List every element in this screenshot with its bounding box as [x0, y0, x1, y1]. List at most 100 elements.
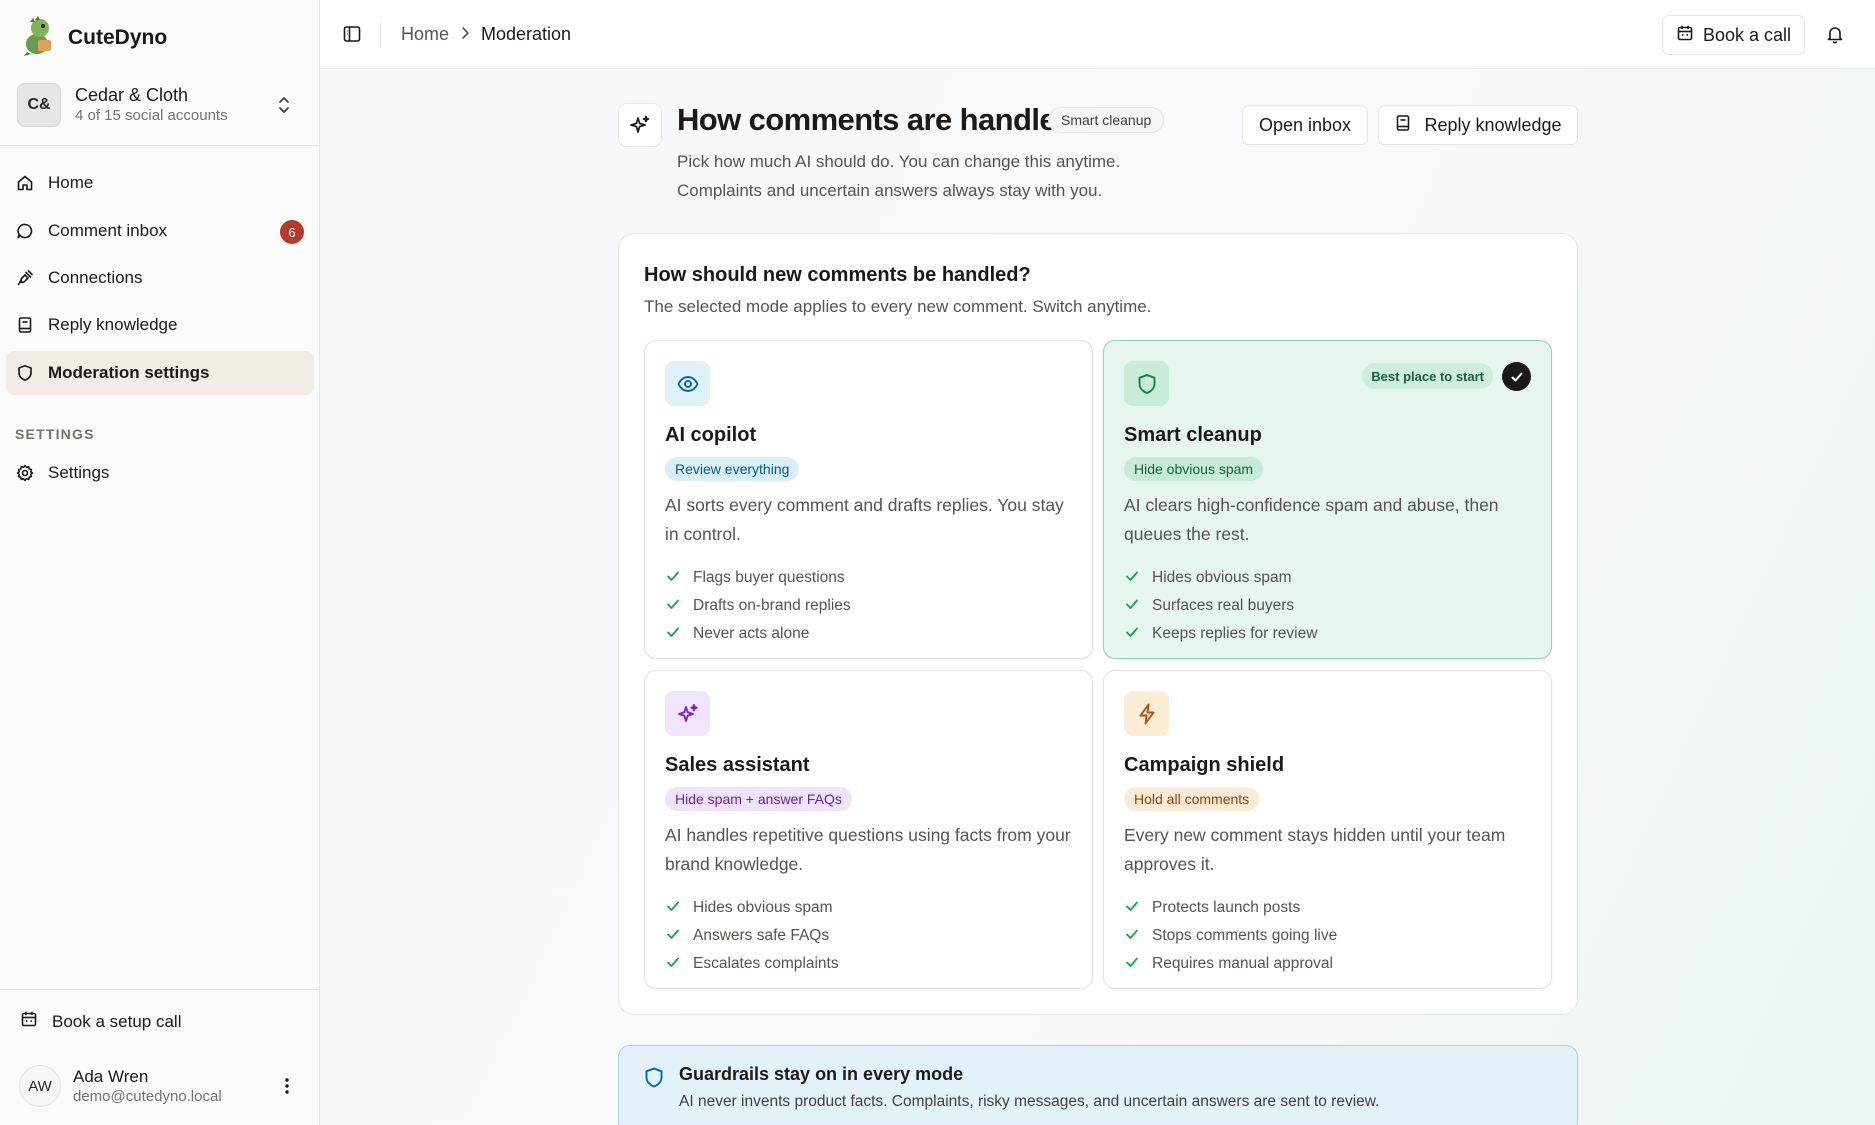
breadcrumb-home[interactable]: Home — [401, 24, 449, 45]
check-icon — [1124, 898, 1140, 919]
feature-label: Flags buyer questions — [693, 569, 845, 586]
toolbar-divider — [380, 22, 381, 48]
card-description: AI sorts every comment and drafts replie… — [665, 495, 1064, 544]
feature-label: Never acts alone — [693, 625, 810, 642]
sidebar-item-reply-knowledge[interactable]: Reply knowledge — [6, 303, 314, 347]
feature-label: Surfaces real buyers — [1152, 597, 1295, 614]
feature-label: Hides obvious spam — [1152, 569, 1292, 586]
feature-label: Answers safe FAQs — [693, 927, 830, 944]
mode-card-sales-assistant[interactable]: Sales assistant Hide spam + answer FAQs … — [644, 670, 1093, 989]
top-bar: Home Moderation Book a call — [320, 0, 1875, 69]
more-vertical-icon[interactable] — [278, 1076, 296, 1101]
sparkles-icon — [618, 103, 662, 147]
mode-pill: Hold all comments — [1124, 787, 1260, 811]
sidebar-item-moderation-settings[interactable]: Moderation settings — [6, 351, 314, 395]
page-description: Pick how much AI should do. You can chan… — [677, 147, 1120, 205]
settings-section-label: SETTINGS — [15, 426, 95, 442]
page-description-line: Complaints and uncertain answers always … — [677, 181, 1103, 200]
chevron-right-icon — [459, 24, 471, 45]
check-icon — [665, 596, 681, 617]
user-menu[interactable]: AW Ada Wren demo@cutedyno.local — [19, 1064, 304, 1108]
feature-label: Keeps replies for review — [1152, 625, 1318, 642]
sidebar-toggle-icon[interactable] — [342, 24, 362, 49]
shield-icon — [16, 364, 34, 382]
card-description: AI handles repetitive questions using fa… — [665, 825, 1071, 874]
account-subtitle: 4 of 15 social accounts — [75, 107, 228, 124]
avatar: AW — [19, 1065, 61, 1107]
gear-icon — [16, 464, 34, 482]
book-call-label: Book a call — [1702, 24, 1792, 45]
feature-item: Surfaces real buyers — [1124, 592, 1317, 620]
dino-logo-icon — [22, 15, 56, 61]
brand[interactable]: CuteDyno — [22, 15, 168, 61]
page-title: How comments are handled — [677, 102, 1075, 137]
book-call-button[interactable]: Book a call — [1662, 15, 1805, 55]
card-description: AI clears high-confidence spam and abuse… — [1124, 495, 1499, 544]
calendar-icon — [20, 1010, 38, 1033]
feature-label: Escalates complaints — [693, 955, 839, 972]
mode-pill: Hide spam + answer FAQs — [665, 787, 852, 811]
chevron-up-down-icon — [275, 95, 293, 120]
book-setup-call-button[interactable]: Book a setup call — [20, 1010, 181, 1033]
bolt-icon — [1124, 691, 1169, 736]
check-icon — [665, 898, 681, 919]
book-setup-call-label: Book a setup call — [52, 1011, 182, 1031]
calendar-icon — [1676, 24, 1694, 47]
card-title: Campaign shield — [1124, 754, 1285, 776]
feature-item: Hides obvious spam — [1124, 564, 1317, 592]
brand-name: CuteDyno — [68, 26, 168, 49]
page-description-line: Pick how much AI should do. You can chan… — [677, 152, 1121, 171]
feature-list: Hides obvious spam Surfaces real buyers … — [1124, 564, 1317, 648]
sidebar: CuteDyno C& Cedar & Cloth 4 of 15 social… — [0, 0, 320, 1125]
selected-check-icon — [1502, 362, 1531, 391]
message-icon — [16, 222, 34, 240]
check-icon — [665, 624, 681, 645]
mode-pill: Review everything — [665, 457, 800, 481]
sidebar-item-settings[interactable]: Settings — [6, 451, 314, 495]
breadcrumb-current: Moderation — [481, 24, 572, 44]
breadcrumb: Home Moderation — [401, 24, 571, 45]
sidebar-item-comment-inbox[interactable]: Comment inbox 6 — [6, 209, 314, 253]
reply-knowledge-label: Reply knowledge — [1424, 114, 1562, 135]
feature-item: Never acts alone — [665, 620, 851, 648]
sidebar-divider — [0, 145, 319, 146]
sidebar-item-label: Home — [48, 173, 94, 192]
eye-icon — [665, 361, 710, 406]
sidebar-item-label: Settings — [48, 463, 110, 482]
main-content: Home Moderation Book a call How comments… — [320, 0, 1875, 1125]
feature-label: Requires manual approval — [1152, 955, 1333, 972]
shield-icon — [643, 1066, 665, 1095]
feature-item: Flags buyer questions — [665, 564, 851, 592]
mode-card-campaign-shield[interactable]: Campaign shield Hold all comments Every … — [1103, 670, 1552, 989]
account-name: Cedar & Cloth — [75, 85, 189, 105]
account-switcher[interactable]: C& Cedar & Cloth 4 of 15 social accounts — [17, 80, 303, 130]
open-inbox-button[interactable]: Open inbox — [1242, 105, 1368, 145]
sidebar-item-home[interactable]: Home — [6, 161, 314, 205]
feature-label: Drafts on-brand replies — [693, 597, 851, 614]
status-badge: Smart cleanup — [1048, 107, 1165, 133]
check-icon — [1124, 954, 1140, 975]
mode-pill: Hide obvious spam — [1124, 457, 1264, 481]
feature-item: Protects launch posts — [1124, 894, 1337, 922]
reply-knowledge-button[interactable]: Reply knowledge — [1378, 105, 1578, 145]
guardrails-title: Guardrails stay on in every mode — [679, 1064, 964, 1084]
bell-icon[interactable] — [1825, 24, 1845, 49]
feature-item: Hides obvious spam — [665, 894, 839, 922]
feature-item: Drafts on-brand replies — [665, 592, 851, 620]
sidebar-item-label: Comment inbox — [48, 221, 168, 240]
sidebar-item-connections[interactable]: Connections — [6, 256, 314, 300]
feature-label: Protects launch posts — [1152, 899, 1301, 916]
feature-item: Answers safe FAQs — [665, 922, 839, 950]
check-icon — [1124, 926, 1140, 947]
check-icon — [1124, 568, 1140, 589]
home-icon — [16, 174, 34, 192]
check-icon — [665, 954, 681, 975]
feature-item: Keeps replies for review — [1124, 620, 1317, 648]
mode-card-ai-copilot[interactable]: AI copilot Review everything AI sorts ev… — [644, 340, 1093, 659]
recommended-badge: Best place to start — [1362, 363, 1493, 389]
mode-card-smart-cleanup[interactable]: Best place to start Smart cleanup Hide o… — [1103, 340, 1552, 659]
card-description: Every new comment stays hidden until you… — [1124, 825, 1506, 874]
sidebar-item-label: Reply knowledge — [48, 315, 178, 334]
check-icon — [665, 926, 681, 947]
card-title: Sales assistant — [665, 754, 810, 776]
